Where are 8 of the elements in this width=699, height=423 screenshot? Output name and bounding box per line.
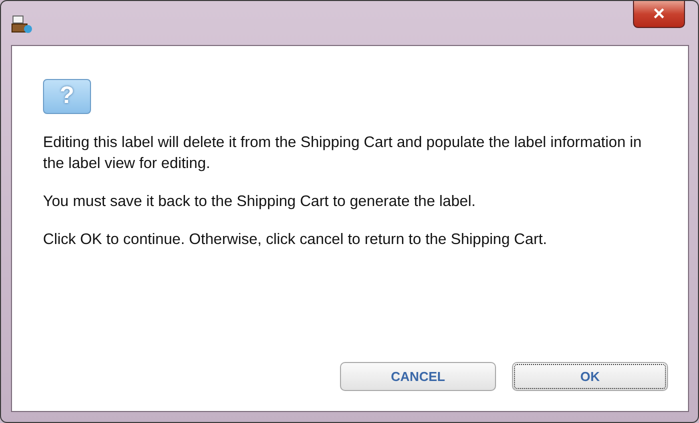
help-icon: ? <box>43 79 91 114</box>
message-text: Click OK to continue. Otherwise, click cancel to return to the Shipping Cart. <box>43 230 548 250</box>
close-button[interactable]: × <box>633 1 685 28</box>
message-text: You must save it back to the Shipping Cart to generate the label. <box>43 192 477 212</box>
dialog-button[interactable]: CANCEL <box>340 362 496 391</box>
dialog-button[interactable]: OK <box>512 362 668 391</box>
message-text: Editing this label will delete it from the Shipping Cart and populate the label information in the label view for editing. <box>43 133 643 174</box>
app-icon <box>11 15 33 35</box>
